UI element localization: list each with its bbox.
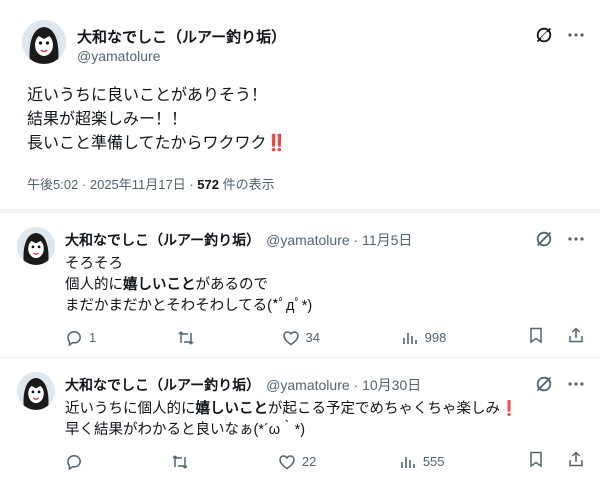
views-button[interactable]: 998 bbox=[401, 329, 447, 347]
repost-icon bbox=[172, 454, 188, 469]
reply-meta[interactable]: @yamatolure · 10月30日 bbox=[266, 377, 421, 393]
reply-text: 近いうちに個人的に嬉しいことが起こる予定でめちゃくちゃ楽しみ❗ 早く結果がわかる… bbox=[65, 399, 518, 441]
like-icon bbox=[282, 330, 299, 345]
reply-line-text: があるので bbox=[195, 277, 269, 293]
action-bar: 1 34 998 bbox=[65, 326, 585, 349]
reply-line: 近いうちに個人的に嬉しいことが起こる予定でめちゃくちゃ楽しみ❗ bbox=[65, 399, 518, 420]
reply-line: 早く結果がわかると良いなぁ(*´ω｀*) bbox=[65, 422, 306, 438]
double-exclamation-emoji: ‼️ bbox=[266, 135, 287, 152]
view-count-label: 件の表示 bbox=[219, 177, 275, 192]
views-count: 555 bbox=[422, 454, 445, 469]
post-line: 近いうちに良いことがありそう！ bbox=[27, 87, 268, 104]
reply-header: 大和なでしこ（ルアー釣り垢） @yamatolure · 10月30日 bbox=[65, 375, 421, 395]
reply-post[interactable]: 大和なでしこ（ルアー釣り垢） @yamatolure · 11月5日 そろそろ 個… bbox=[0, 212, 600, 357]
more-icon[interactable] bbox=[567, 230, 585, 248]
reply-count: 1 bbox=[89, 330, 97, 345]
bookmark-icon[interactable] bbox=[527, 450, 545, 473]
reply-icon bbox=[67, 330, 81, 346]
post-line: 結果が超楽しみー！！ bbox=[27, 111, 188, 128]
share-icon[interactable] bbox=[567, 450, 585, 473]
post-header-actions bbox=[535, 230, 585, 248]
like-icon bbox=[279, 454, 295, 469]
display-name[interactable]: 大和なでしこ（ルアー釣り垢） bbox=[77, 26, 286, 47]
reply-line-text: 近いうちに個人的に bbox=[65, 401, 196, 417]
repost-icon bbox=[178, 330, 194, 345]
repost-button[interactable] bbox=[177, 329, 201, 347]
highlight-text: 嬉しいこと bbox=[123, 277, 196, 293]
repost-button[interactable] bbox=[171, 453, 195, 471]
avatar[interactable] bbox=[17, 372, 55, 410]
reply-line: まだかまだかとそわそわしてる(*ﾟдﾟ*) bbox=[65, 298, 313, 314]
reply-button[interactable] bbox=[65, 453, 89, 471]
more-icon[interactable] bbox=[567, 375, 585, 393]
views-icon bbox=[402, 332, 417, 344]
secondary-actions bbox=[527, 450, 585, 473]
share-icon[interactable] bbox=[567, 326, 585, 349]
reply-header: 大和なでしこ（ルアー釣り垢） @yamatolure · 11月5日 bbox=[65, 230, 412, 250]
reply-text: そろそろ 個人的に嬉しいことがあるので まだかまだかとそわそわしてる(*ﾟдﾟ*… bbox=[65, 254, 312, 317]
post-line: 長いこと準備してたからワクワク‼️ bbox=[27, 132, 587, 156]
grok-icon[interactable] bbox=[535, 375, 553, 393]
like-button[interactable]: 34 bbox=[282, 329, 320, 347]
views-button[interactable]: 555 bbox=[399, 453, 445, 471]
views-count: 998 bbox=[424, 330, 447, 345]
reply-icon bbox=[67, 454, 81, 470]
views-icon bbox=[401, 456, 415, 468]
post-header-actions bbox=[535, 26, 585, 44]
grok-icon[interactable] bbox=[535, 26, 553, 44]
post-header-actions bbox=[535, 375, 585, 393]
like-count: 22 bbox=[301, 454, 317, 469]
display-name[interactable]: 大和なでしこ（ルアー釣り垢） bbox=[65, 232, 260, 248]
post-meta: 午後5:02 · 2025年11月17日 · 572 件の表示 bbox=[27, 174, 275, 193]
post-text: 近いうちに良いことがありそう！ 結果が超楽しみー！！ 長いこと準備してたからワク… bbox=[27, 84, 587, 156]
display-name[interactable]: 大和なでしこ（ルアー釣り垢） bbox=[65, 377, 260, 393]
reply-button[interactable]: 1 bbox=[65, 329, 96, 347]
action-bar: 22 555 bbox=[65, 450, 585, 473]
like-count: 34 bbox=[305, 330, 320, 345]
avatar[interactable] bbox=[22, 20, 66, 64]
reply-line: 個人的に嬉しいことがあるので bbox=[65, 275, 312, 296]
reply-line-text: 個人的に bbox=[65, 277, 123, 293]
exclamation-emoji: ❗ bbox=[500, 401, 518, 417]
reply-meta[interactable]: @yamatolure · 11月5日 bbox=[266, 232, 412, 248]
grok-icon[interactable] bbox=[535, 230, 553, 248]
bookmark-icon[interactable] bbox=[527, 326, 545, 349]
post-timestamp[interactable]: 午後5:02 · 2025年11月17日 · bbox=[27, 177, 197, 192]
user-handle[interactable]: @yamatolure bbox=[77, 48, 160, 64]
reply-line: そろそろ bbox=[65, 256, 123, 272]
like-button[interactable]: 22 bbox=[278, 453, 316, 471]
secondary-actions bbox=[527, 326, 585, 349]
main-post: 大和なでしこ（ルアー釣り垢） @yamatolure 近いうちに良いことがありそ… bbox=[0, 0, 600, 209]
highlight-text: 嬉しいこと bbox=[195, 401, 269, 417]
reply-post[interactable]: 大和なでしこ（ルアー釣り垢） @yamatolure · 10月30日 近いうちに… bbox=[0, 357, 600, 480]
view-count: 572 bbox=[197, 177, 219, 192]
reply-line-text: が起こる予定でめちゃくちゃ楽しみ bbox=[268, 401, 500, 417]
avatar[interactable] bbox=[17, 227, 55, 265]
post-line-text: 長いこと準備してたからワクワク bbox=[27, 135, 267, 152]
more-icon[interactable] bbox=[567, 26, 585, 44]
